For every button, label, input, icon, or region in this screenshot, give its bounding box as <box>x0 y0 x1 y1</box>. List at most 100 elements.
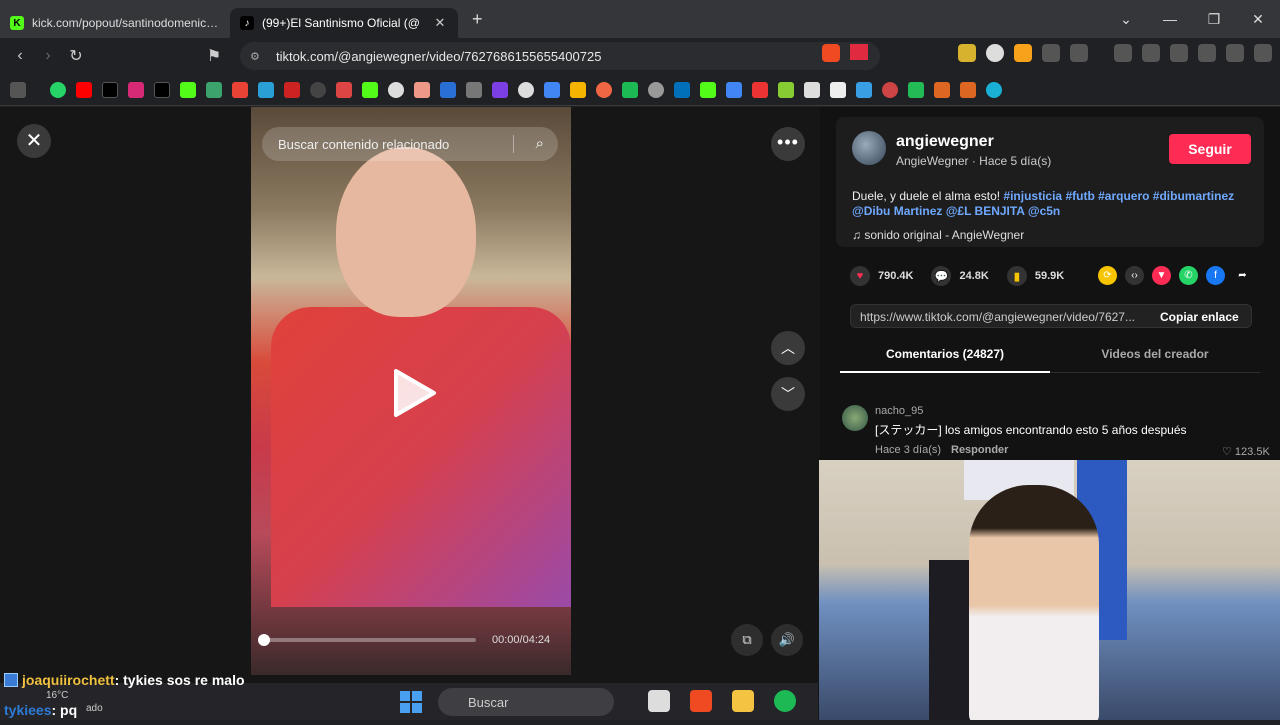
caption-mentions[interactable]: @Dibu Martinez @£L BENJITA @c5n <box>852 204 1060 218</box>
kick-icon[interactable] <box>700 81 716 98</box>
bookmark-icon[interactable] <box>518 81 534 98</box>
docs-icon[interactable] <box>726 81 742 98</box>
bookmark-icon[interactable] <box>206 81 222 98</box>
docs-icon[interactable] <box>544 81 560 98</box>
brave-shield-icon[interactable] <box>822 44 840 62</box>
caption-hashtags[interactable]: #injusticia #futb #arquero #dibumartinez <box>1003 189 1234 203</box>
repost-icon[interactable]: ⟳ <box>1098 266 1117 285</box>
bookmark-icon[interactable] <box>648 81 664 98</box>
extension-icon[interactable] <box>958 44 976 62</box>
author-name[interactable]: angiewegner <box>896 133 994 151</box>
send-icon[interactable]: ▼ <box>1152 266 1171 285</box>
extensions-puzzle-icon[interactable] <box>1042 44 1060 62</box>
new-tab-button[interactable]: + <box>472 9 483 30</box>
previous-video-button[interactable]: ︿ <box>771 331 805 365</box>
facebook-share-icon[interactable]: f <box>1206 266 1225 285</box>
bookmark-icon[interactable] <box>622 81 638 98</box>
bookmark-icon[interactable] <box>570 81 586 98</box>
more-options-button[interactable]: ••• <box>771 127 805 161</box>
wallet-icon[interactable] <box>1170 44 1188 62</box>
heart-icon[interactable]: ♥ <box>850 266 870 286</box>
share-link-text[interactable]: https://www.tiktok.com/@angiewegner/vide… <box>860 310 1150 324</box>
commenter-avatar[interactable] <box>842 405 868 431</box>
close-window-button[interactable]: ✕ <box>1236 11 1280 28</box>
gmail-icon[interactable] <box>232 81 248 98</box>
minimize-button[interactable]: — <box>1148 11 1192 27</box>
commenter-name[interactable]: nacho_95 <box>875 405 923 417</box>
bookmark-icon[interactable] <box>960 81 976 98</box>
next-video-button[interactable]: ﹀ <box>771 377 805 411</box>
bookmark-icon[interactable] <box>856 81 872 98</box>
rewards-icon[interactable] <box>850 44 868 60</box>
spotify-icon[interactable] <box>774 690 796 712</box>
brave-browser-icon[interactable] <box>690 690 712 712</box>
paypal-icon[interactable] <box>674 81 690 98</box>
video-progress-bar[interactable] <box>258 634 476 646</box>
copy-link-button[interactable]: Copiar enlace <box>1160 310 1239 324</box>
apps-grid-icon[interactable] <box>10 81 26 98</box>
bookmark-icon[interactable] <box>882 81 898 98</box>
bookmark-icon[interactable] <box>804 81 820 98</box>
site-info-icon[interactable]: ⚙ <box>250 50 268 63</box>
embed-icon[interactable]: ‹› <box>1125 266 1144 285</box>
bookmark-icon[interactable] <box>310 81 326 98</box>
media-icon[interactable] <box>1114 44 1132 62</box>
taskbar-search[interactable]: Buscar <box>438 688 614 716</box>
browser-tab-kick[interactable]: K kick.com/popout/santinodomenichin <box>0 8 230 38</box>
back-icon[interactable]: ‹ <box>6 47 34 65</box>
bookmark-icon[interactable] <box>440 81 456 98</box>
maximize-button[interactable]: ❐ <box>1192 11 1236 28</box>
progress-knob[interactable] <box>258 634 270 646</box>
tab-search-icon[interactable]: ⌄ <box>1104 11 1148 28</box>
bookmark-icon[interactable]: ⚑ <box>200 46 228 66</box>
search-icon[interactable]: ⌕ <box>536 135 544 152</box>
picture-in-picture-button[interactable]: ⧉ <box>731 624 763 656</box>
bookmark-icon[interactable] <box>934 81 950 98</box>
comment-icon[interactable]: 💬 <box>931 266 952 286</box>
url-field[interactable]: ⚙ tiktok.com/@angiewegner/video/76276861… <box>240 42 880 70</box>
whatsapp-icon[interactable] <box>50 81 66 98</box>
close-viewer-button[interactable]: ✕ <box>17 124 51 158</box>
bookmark-icon[interactable] <box>830 81 846 98</box>
bookmark-icon[interactable] <box>336 81 352 98</box>
follow-button[interactable]: Seguir <box>1169 134 1251 164</box>
author-avatar[interactable] <box>852 131 886 165</box>
bookmark-icon[interactable]: ▮ <box>1006 266 1027 286</box>
youtube-icon[interactable] <box>76 81 92 98</box>
bookmark-icon[interactable] <box>596 81 612 98</box>
play-icon[interactable] <box>392 367 438 419</box>
tab-comments[interactable]: Comentarios (24827) <box>840 347 1050 361</box>
tiktok-icon[interactable] <box>102 81 118 98</box>
extension-icon[interactable] <box>1014 44 1032 62</box>
bookmark-icon[interactable] <box>778 81 794 98</box>
volume-button[interactable]: 🔊 <box>771 624 803 656</box>
bookmark-icon[interactable] <box>908 81 924 98</box>
extension-icon[interactable] <box>1070 44 1088 62</box>
task-view-icon[interactable] <box>648 690 670 712</box>
vpn-icon[interactable] <box>1226 44 1244 62</box>
tab-creator-videos[interactable]: Videos del creador <box>1050 347 1260 361</box>
bookmark-icon[interactable] <box>752 81 768 98</box>
file-explorer-icon[interactable] <box>732 690 754 712</box>
bookmark-icon[interactable] <box>388 81 404 98</box>
bookmark-icon[interactable] <box>258 81 274 98</box>
like-stat[interactable]: ♥ 790.4K <box>850 266 913 286</box>
forward-icon[interactable]: › <box>34 47 62 65</box>
related-search-input[interactable]: Buscar contenido relacionado ⌕ <box>262 127 558 161</box>
reload-icon[interactable]: ↻ <box>62 46 90 66</box>
sidebar-icon[interactable] <box>1142 44 1160 62</box>
bookmark-icon[interactable] <box>284 81 300 98</box>
menu-icon[interactable] <box>1254 44 1272 62</box>
instagram-icon[interactable] <box>128 81 144 98</box>
comment-likes[interactable]: ♡ 123.5K <box>1222 445 1270 458</box>
whatsapp-share-icon[interactable]: ✆ <box>1179 266 1198 285</box>
bookmark-icon[interactable] <box>986 81 1002 98</box>
extension-icon[interactable] <box>986 44 1004 62</box>
leo-icon[interactable] <box>1198 44 1216 62</box>
bookmark-icon[interactable] <box>466 81 482 98</box>
bookmark-icon[interactable] <box>492 81 508 98</box>
kick-icon[interactable] <box>362 81 378 98</box>
bookmark-icon[interactable] <box>414 81 430 98</box>
x-icon[interactable] <box>154 81 170 98</box>
save-stat[interactable]: ▮ 59.9K <box>1006 266 1064 286</box>
